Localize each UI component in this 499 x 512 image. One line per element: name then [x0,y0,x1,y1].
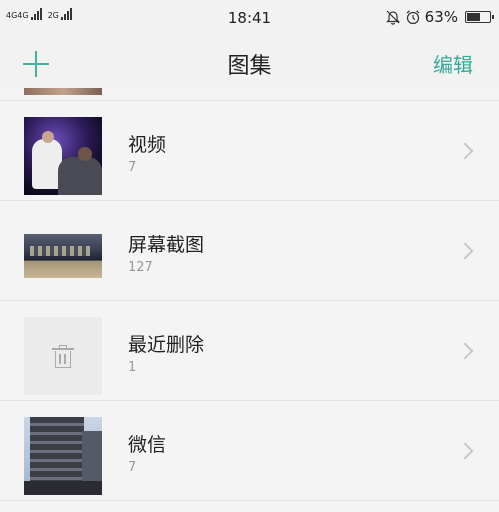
album-item-screenshots[interactable]: 屏幕截图 127 [0,201,499,301]
screenshot-thumbnail [24,217,102,295]
album-item-wechat[interactable]: 微信 7 [0,401,499,501]
status-right: 63% [385,8,494,26]
album-count: 7 [128,460,137,475]
chevron-right-icon [456,442,474,460]
chevron-right-icon [456,142,474,160]
alarm-clock-icon [406,10,420,25]
album-count: 1 [128,360,137,375]
album-name: 视频 [128,134,167,156]
chevron-right-icon [456,242,474,260]
recently-deleted-thumbnail [24,317,102,395]
battery-icon [465,11,494,23]
album-name: 最近删除 [128,334,205,356]
video-thumbnail [24,117,102,195]
album-item-videos[interactable]: 视频 7 [0,101,499,201]
list-item-partial[interactable] [0,88,499,101]
album-count: 7 [128,160,137,175]
battery-percent: 63% [424,8,458,26]
edit-button[interactable]: 编辑 [433,49,473,78]
bell-muted-icon [385,10,400,25]
trash-icon [52,345,74,369]
album-item-recently-deleted[interactable]: 最近删除 1 [0,301,499,401]
album-name: 微信 [128,434,167,456]
page-title: 图集 [227,54,272,79]
app-header: 图集 编辑 [0,36,499,88]
status-bar: 4G4G 2G 18:41 63% [0,0,499,36]
album-thumbnail [24,88,102,95]
wechat-thumbnail [24,417,102,495]
chevron-right-icon [456,342,474,360]
album-list: 视频 7 屏幕截图 127 最近删除 1 微信 7 [0,88,499,501]
album-count: 127 [128,260,153,275]
album-name: 屏幕截图 [128,234,205,256]
